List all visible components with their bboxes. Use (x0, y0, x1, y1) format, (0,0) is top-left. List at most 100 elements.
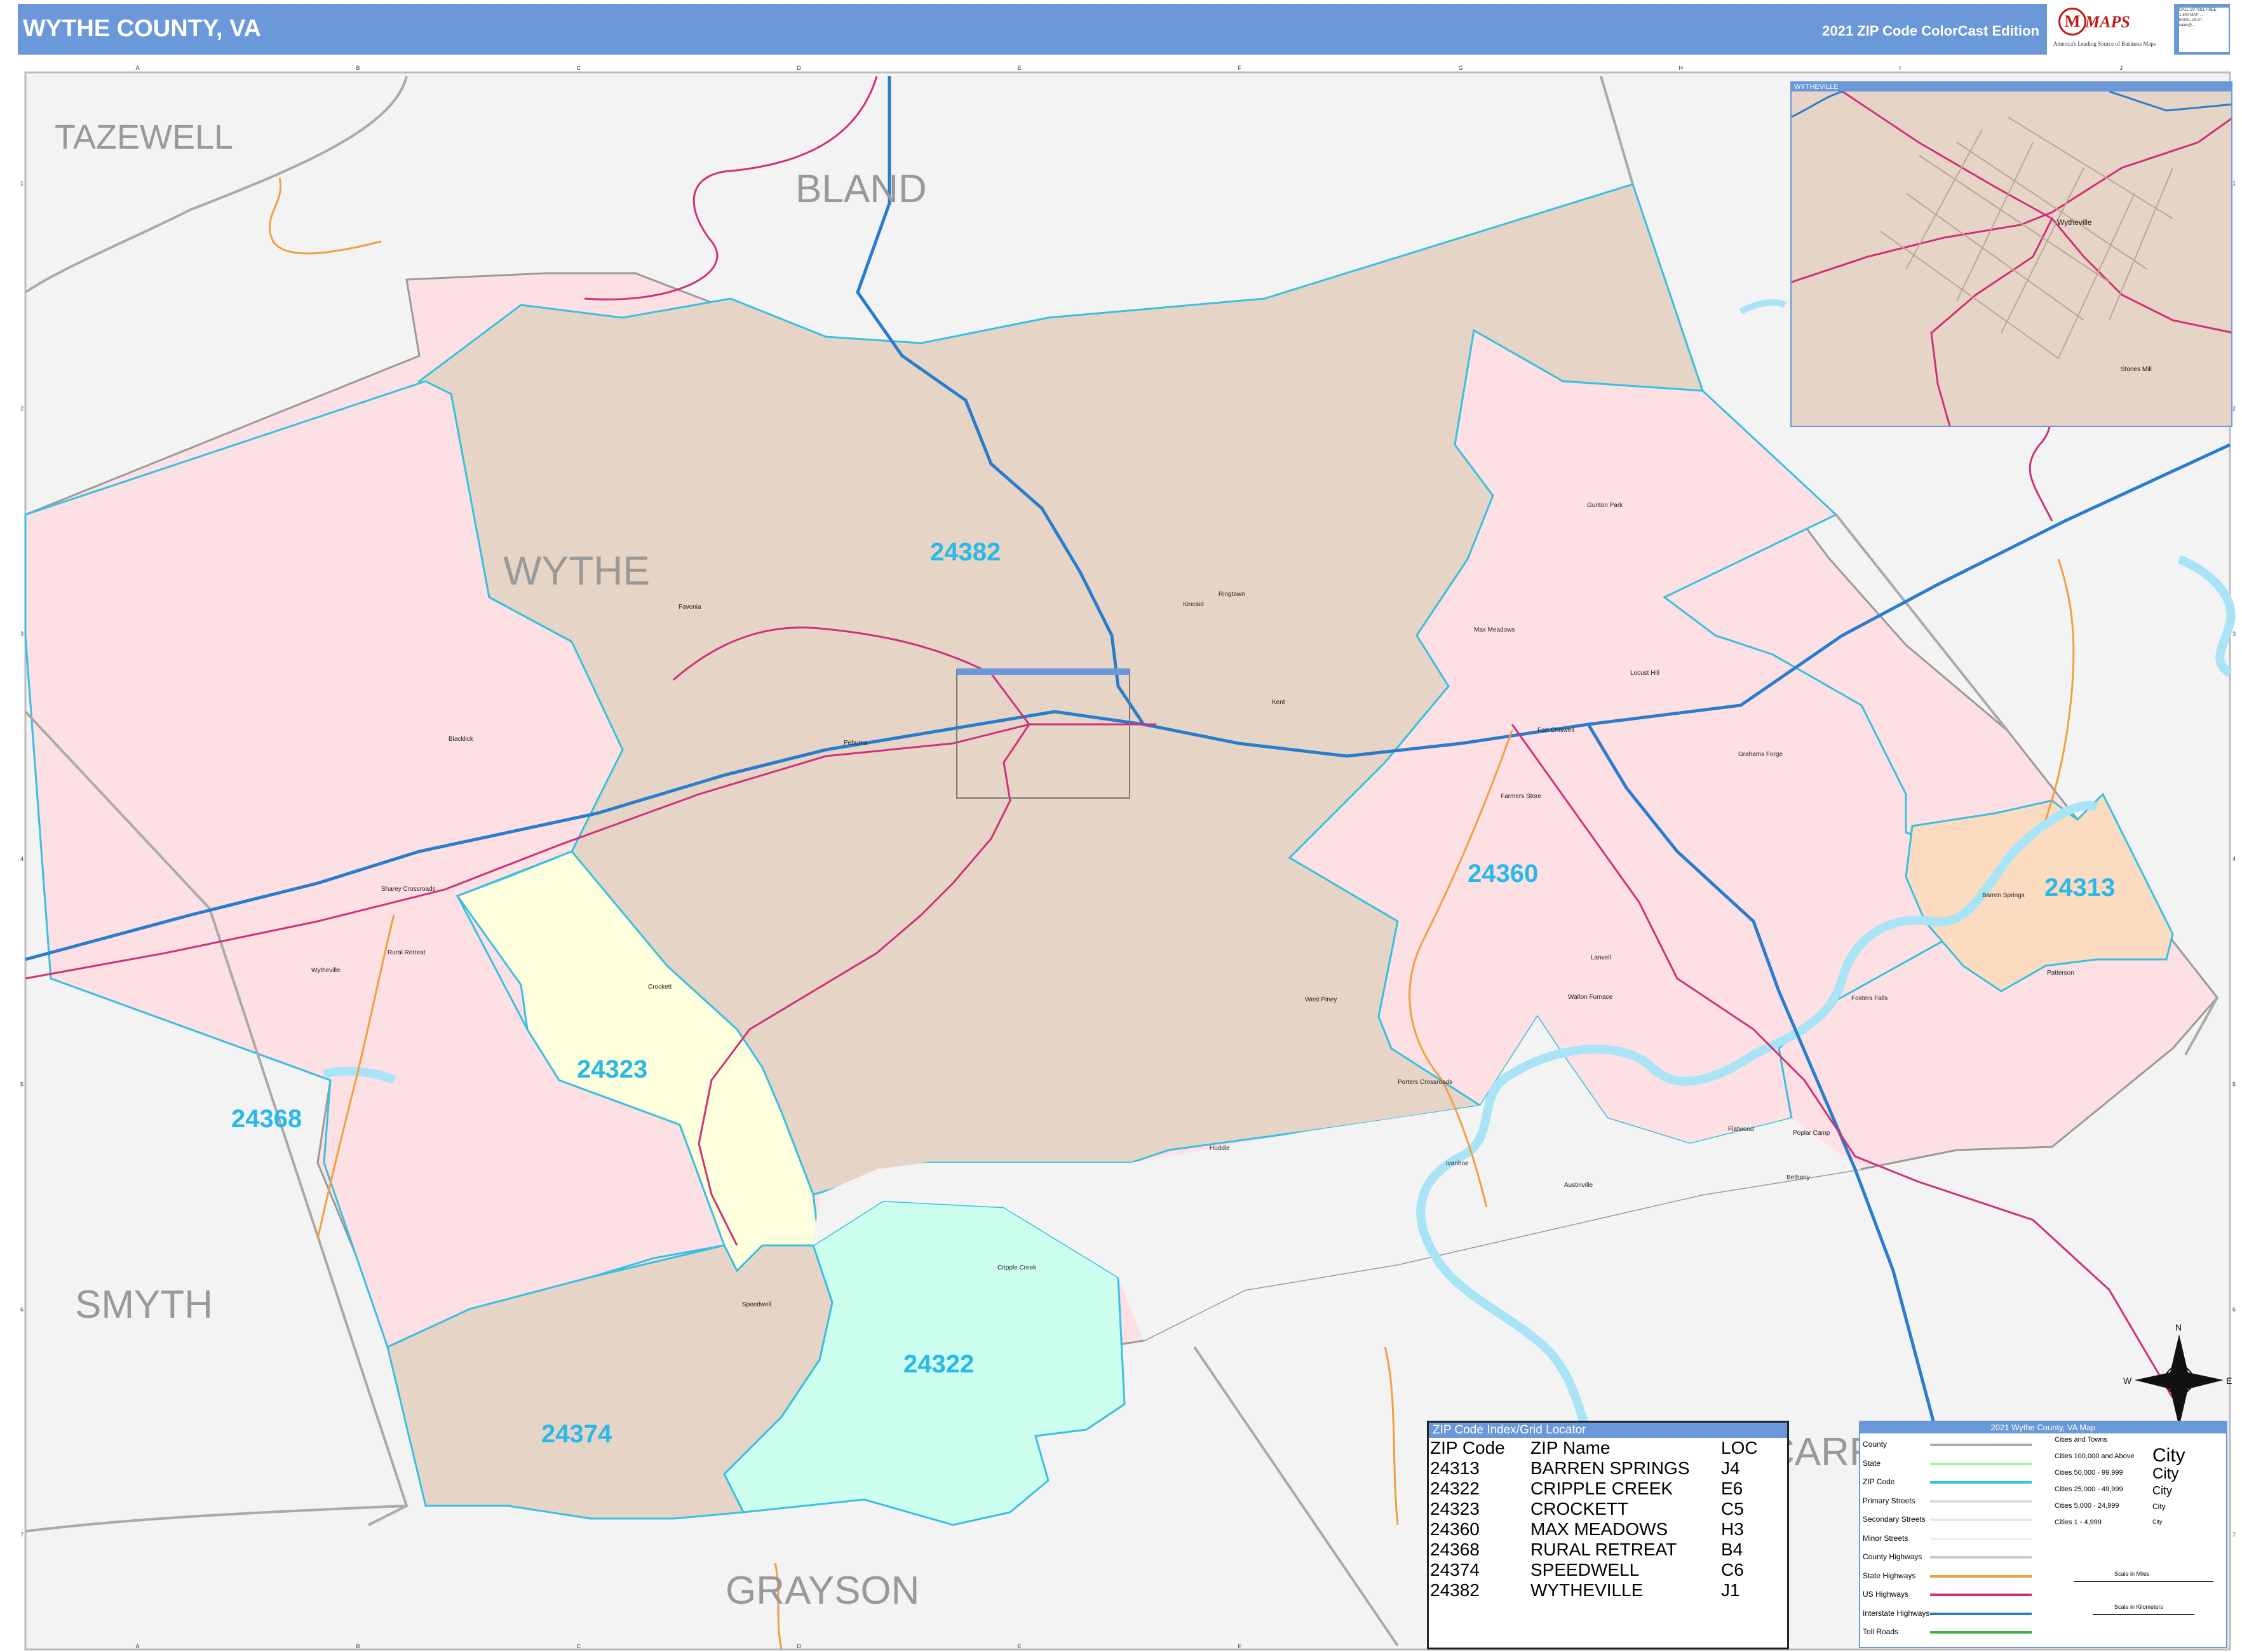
zip-code-cell: 24374 (1430, 1560, 1480, 1580)
grid-row-label: 1 (2232, 180, 2236, 186)
grid-row-label: 6 (20, 1306, 24, 1313)
place-label: Poplar Camp (1793, 1130, 1830, 1137)
place-label: Ivanhoe (1446, 1160, 1469, 1167)
wytheville-inset-locator-header (957, 668, 1130, 675)
zip-label: 24368 (231, 1105, 302, 1133)
grid-column-label: D (797, 1643, 802, 1649)
zip-label: 24323 (577, 1055, 647, 1083)
place-label: Fort Chiswell (1537, 727, 1574, 734)
zip-code-cell: 24368 (1430, 1540, 1480, 1559)
grid-column-label: F (1238, 1643, 1242, 1649)
legend-item-swatch (1930, 1594, 2032, 1596)
grid-column-label: E (1018, 65, 1022, 71)
inset-canvas: Wytheville Stones Mill (1792, 91, 2231, 426)
grid-column-label: G (1459, 65, 1463, 71)
county-label: TAZEWELL (55, 118, 233, 156)
legend-item-swatch (1930, 1519, 2032, 1521)
city-sample: City (2152, 1445, 2185, 1466)
legend-item-label: County Highways (1863, 1552, 1922, 1561)
place-label: Crockett (648, 984, 672, 991)
grid-row-label: 4 (20, 856, 24, 862)
legend-item-label: Primary Streets (1863, 1496, 1915, 1505)
city-sample: City (2152, 1519, 2163, 1525)
city-tier: Cities 100,000 and Above (2055, 1452, 2135, 1460)
inset-streets (1880, 116, 2173, 359)
legend-item-label: Minor Streets (1863, 1533, 1908, 1543)
table-header-row: ZIP Code ZIP Name LOC (1430, 1438, 1764, 1458)
legend-item-swatch (1930, 1444, 2032, 1446)
place-label: Grahams Forge (1738, 751, 1783, 758)
scale-km-label: Scale in Kilometers (2114, 1604, 2164, 1610)
grid-row-label: 6 (2232, 1306, 2236, 1313)
grid-row-label: 2 (2232, 405, 2236, 412)
legend-item-label: Interstate Highways (1863, 1608, 1930, 1618)
place-label: Porters Crossroads (1398, 1079, 1452, 1086)
inset-place-label: Stones Mill (2121, 366, 2152, 373)
inset-street (2007, 116, 2173, 219)
compass-west: W (2123, 1376, 2132, 1386)
place-label: Sharey Crossroads (381, 886, 436, 893)
grid-column-label: B (356, 1643, 360, 1649)
table-row: 24382 WYTHEVILLE J1 (1430, 1580, 1764, 1601)
zip-label: 24313 (2044, 874, 2115, 902)
inset-street (1905, 193, 2084, 321)
inset-city-label: Wytheville (2057, 218, 2092, 227)
place-label: Flatwood (1728, 1126, 1754, 1133)
legend-item-label: State (1863, 1458, 1881, 1468)
county-label: GRAYSON (726, 1569, 919, 1613)
loc-cell: H3 (1721, 1519, 1744, 1539)
zip-index-table: ZIP Code ZIP Name LOC 24313 BARREN SPRING… (1430, 1438, 1764, 1601)
place-label: Wytheville (311, 967, 341, 974)
grid-column-label: F (1238, 65, 1242, 71)
grid-column-label: D (797, 65, 802, 71)
place-label: Bethany (1786, 1174, 1810, 1181)
place-label: Kincaid (1183, 601, 1204, 608)
grid-column-label: J (2120, 65, 2123, 71)
place-label: Speedwell (742, 1301, 771, 1308)
legend-item-swatch (1930, 1574, 2032, 1578)
place-label: Max Meadows (1474, 626, 1515, 633)
grid-row-label: 5 (2232, 1081, 2236, 1088)
legend-item-label: State Highways (1863, 1571, 1916, 1580)
map-legend: 2021 Wythe County, VA Map County State ZIP… (1859, 1421, 2227, 1648)
loc-cell: C5 (1721, 1499, 1744, 1519)
place-label: Cripple Creek (997, 1264, 1037, 1271)
city-tier: Cities 50,000 - 99,999 (2055, 1469, 2123, 1477)
wytheville-inset-map[interactable]: WYTHEVILLE Wytheville Stones Mill (1790, 81, 2232, 427)
legend-item-label: County (1863, 1440, 1887, 1449)
legend-item-swatch (1930, 1500, 2032, 1503)
legend-item-swatch (1930, 1481, 2032, 1484)
loc-cell: E6 (1721, 1479, 1743, 1498)
zip-index-title: ZIP Code Index/Grid Locator (1429, 1423, 1787, 1438)
place-label: Locust Hill (1630, 670, 1659, 677)
zip-code-cell: 24382 (1430, 1580, 1480, 1600)
legend-item-label: ZIP Code (1863, 1477, 1895, 1486)
col-header: ZIP Name (1530, 1438, 1611, 1458)
table-row: 24360 MAX MEADOWS H3 (1430, 1519, 1764, 1540)
place-label: Kent (1272, 699, 1285, 706)
place-label: Rural Retreat (388, 949, 426, 956)
zip-label: 24382 (930, 538, 1001, 566)
grid-column-label: B (356, 65, 360, 71)
zip-code-cell: 24360 (1430, 1519, 1480, 1539)
grid-column-label: C (577, 65, 581, 71)
place-label: Austinville (1564, 1182, 1593, 1189)
legend-item-swatch (1930, 1537, 2032, 1540)
zip-label: 24322 (903, 1350, 974, 1378)
grid-row-label: 7 (2232, 1532, 2236, 1538)
table-row: 24323 CROCKETT C5 (1430, 1499, 1764, 1519)
table-row: 24368 RURAL RETREAT B4 (1430, 1540, 1764, 1560)
grid-column-label: E (1018, 1643, 1022, 1649)
loc-cell: B4 (1721, 1540, 1743, 1559)
grid-row-label: 4 (2232, 856, 2236, 862)
grid-row-label: 1 (20, 180, 24, 186)
place-label: Ringtown (1219, 591, 1245, 598)
zip-label: 24360 (1468, 860, 1538, 888)
grid-column-label: A (136, 1643, 140, 1649)
zip-name-cell: MAX MEADOWS (1530, 1519, 1668, 1539)
legend-item-label: US Highways (1863, 1590, 1909, 1599)
inset-interstate (2109, 91, 2231, 112)
compass-north: N (2175, 1322, 2182, 1332)
place-label: Favonia (679, 604, 701, 611)
inset-street (1905, 129, 1983, 270)
